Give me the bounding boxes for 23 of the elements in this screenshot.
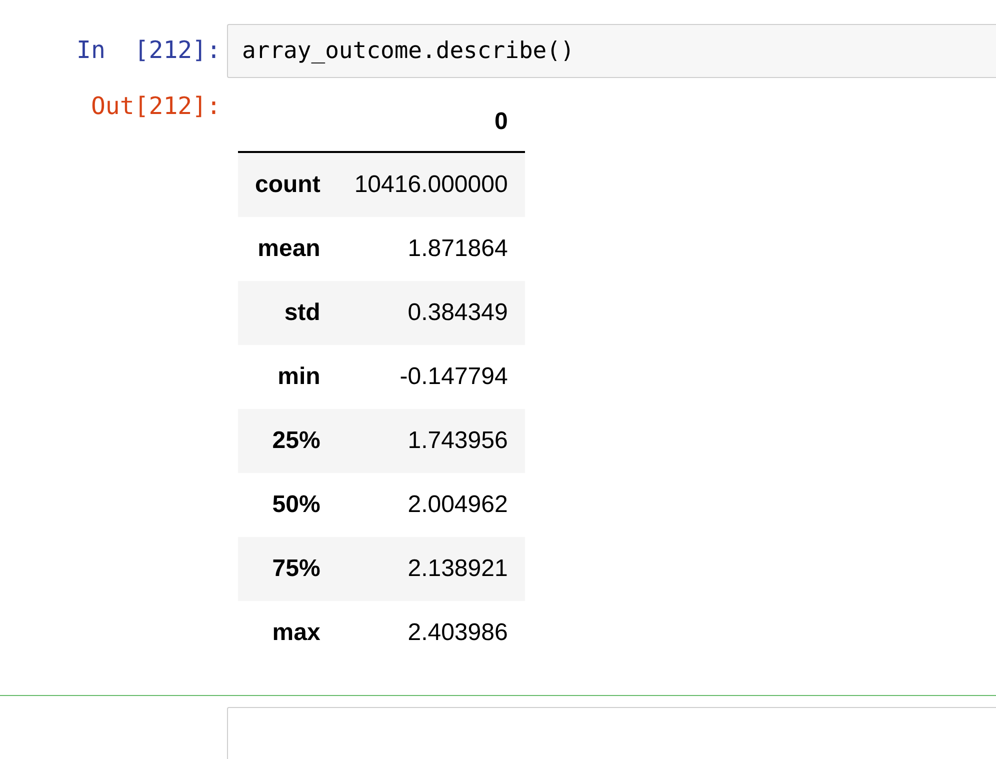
table-cell: 1.871864 (408, 235, 508, 262)
notebook-cell[interactable]: In [212]: array_outcome.describe() Out[212]: 0 count 10416.000000 mean 1.871864 std 0.384349 min -0.147794 25% 1.743956 50% 2.004962 75% 2.138921 max 2.403986 (0, 0, 996, 665)
row-label: 25% (272, 427, 320, 454)
table-cell: 2.403986 (408, 619, 508, 646)
table-cell: 0.384349 (408, 299, 508, 326)
row-label: min (278, 363, 320, 390)
code-input-field[interactable]: array_outcome.describe() (227, 24, 996, 78)
notebook-cell[interactable] (0, 695, 996, 759)
row-label: mean (258, 235, 320, 262)
output-prompt: Out[212]: (90, 92, 221, 120)
table-cell: -0.147794 (400, 363, 508, 390)
code-input-field[interactable] (227, 707, 996, 759)
table-cell: 2.004962 (408, 491, 508, 518)
table-cell: 1.743956 (408, 427, 508, 454)
row-label: std (284, 299, 320, 326)
table-cell: 2.138921 (408, 555, 508, 582)
column-header: 0 (494, 108, 508, 135)
row-label: 50% (272, 491, 320, 518)
row-label: 75% (272, 555, 320, 582)
row-label: max (272, 619, 320, 646)
table-cell: 10416.000000 (354, 171, 508, 198)
input-prompt: In [212]: (76, 36, 221, 64)
row-label: count (255, 171, 320, 198)
